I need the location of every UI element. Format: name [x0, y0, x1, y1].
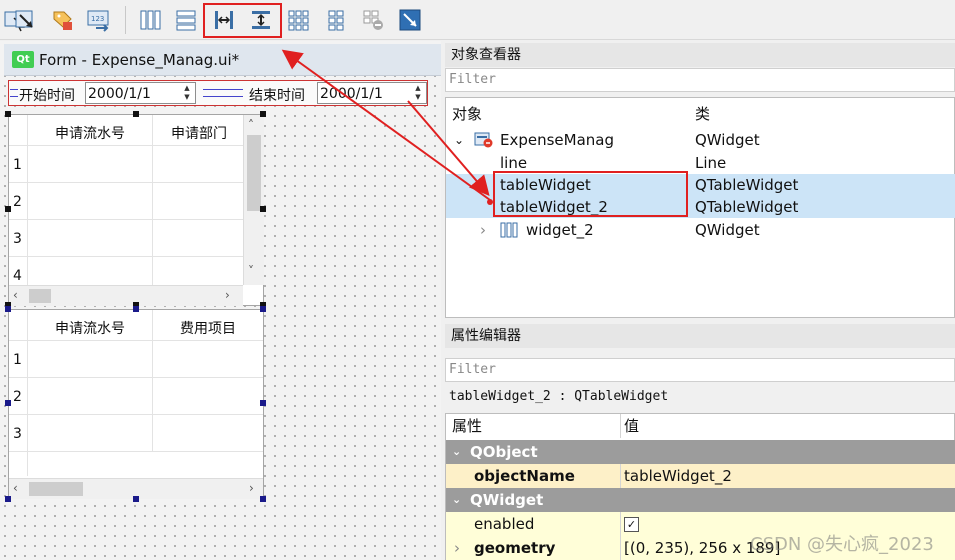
start-date-label: 开始时间 — [19, 88, 75, 104]
widget-icon — [474, 132, 494, 154]
group-label: QObject — [470, 443, 538, 461]
watermark: CSDN @失心疯_2023 — [750, 534, 934, 555]
tree-header: 对象 类 — [446, 103, 955, 125]
property-name: objectName — [474, 467, 575, 485]
row-number: 2 — [13, 194, 22, 210]
row-number: 3 — [13, 426, 22, 442]
item-class: Line — [695, 154, 727, 172]
horizontal-layout-icon — [500, 222, 518, 244]
table-header-cell[interactable]: 费用项目 — [153, 318, 263, 338]
layout-grid-icon[interactable] — [284, 6, 312, 34]
start-date-value: 2000/1/1 — [88, 86, 151, 102]
scroll-left-icon[interactable]: ‹ — [13, 289, 18, 301]
property-value[interactable]: tableWidget_2 — [624, 464, 732, 488]
property-header: 属性 值 — [446, 414, 955, 438]
row-number: 1 — [13, 157, 22, 173]
scroll-left-icon[interactable]: ‹ — [13, 482, 18, 494]
scroll-down-icon[interactable]: ˅ — [248, 265, 254, 277]
adjust-size-icon[interactable] — [396, 6, 424, 34]
edit-buddies-icon[interactable] — [48, 6, 76, 34]
chevron-down-icon[interactable]: ⌄ — [452, 440, 461, 464]
toolbar-separator — [125, 6, 126, 34]
end-date-value: 2000/1/1 — [320, 86, 383, 102]
column-object: 对象 — [452, 105, 483, 123]
left-spacer — [10, 89, 18, 97]
column-property: 属性 — [452, 417, 483, 435]
layout-horizontal-icon[interactable] — [136, 6, 164, 34]
form-title-bar: Qt Form - Expense_Manag.ui* — [4, 44, 441, 76]
property-name: geometry — [474, 539, 556, 557]
row-number: 3 — [13, 231, 22, 247]
row-number: 2 — [13, 389, 22, 405]
property-context-label: tableWidget_2 : QTableWidget — [449, 389, 669, 404]
end-date-label: 结束时间 — [249, 88, 305, 104]
column-value: 值 — [624, 417, 640, 435]
selection-annotation-box — [493, 171, 688, 217]
chevron-right-icon[interactable]: › — [480, 219, 486, 241]
enabled-checkbox[interactable]: ✓ — [624, 517, 639, 532]
middle-spacer — [203, 89, 243, 97]
horizontal-scrollbar[interactable]: ‹ › — [9, 285, 243, 306]
date-range-row[interactable]: 开始时间 2000/1/1 ▲ ▼ 结束时间 2000/1/1 ▲ ▼ — [8, 80, 428, 106]
form-title: Form - Expense_Manag.ui* — [39, 50, 240, 69]
svg-text:123: 123 — [91, 15, 104, 23]
scroll-thumb[interactable] — [29, 482, 83, 496]
toolbar-annotation-box — [203, 3, 282, 38]
table-header-cell[interactable]: 申请流水号 — [27, 123, 153, 143]
end-date-edit[interactable]: 2000/1/1 ▲ ▼ — [317, 82, 427, 104]
scroll-right-icon[interactable]: › — [249, 482, 254, 494]
group-label: QWidget — [470, 491, 544, 509]
layout-form-icon[interactable] — [322, 6, 350, 34]
tree-item-expensemanag[interactable]: ⌄ ExpenseManag QWidget — [446, 129, 955, 151]
row-number: 1 — [13, 352, 22, 368]
chevron-down-icon[interactable]: ⌄ — [452, 488, 461, 512]
object-inspector-title: 对象查看器 — [445, 43, 955, 67]
scroll-right-icon[interactable]: › — [225, 289, 230, 301]
table-header-cell[interactable]: 申请流水号 — [27, 318, 153, 338]
item-class: QWidget — [695, 221, 760, 239]
object-filter-input[interactable]: Filter — [445, 68, 955, 92]
chevron-right-icon[interactable]: › — [454, 536, 460, 560]
item-class: QTableWidget — [695, 198, 799, 216]
designer-toolbar: 123 — [0, 0, 955, 40]
tree-item-widget-2[interactable]: › widget_2 QWidget — [446, 219, 955, 241]
group-qobject[interactable]: ⌄ QObject — [446, 440, 955, 464]
chevron-down-icon[interactable]: ⌄ — [454, 129, 464, 151]
break-layout-icon[interactable] — [359, 6, 387, 34]
item-name: widget_2 — [526, 221, 594, 239]
end-date-spin[interactable]: ▲ ▼ — [411, 84, 425, 102]
item-class: QTableWidget — [695, 176, 799, 194]
row-number: 4 — [13, 268, 22, 284]
property-filter-input[interactable]: Filter — [445, 358, 955, 382]
property-row-objectname[interactable]: objectName tableWidget_2 — [446, 464, 955, 488]
scroll-thumb[interactable] — [29, 289, 51, 303]
item-class: QWidget — [695, 131, 760, 149]
table-widget-2[interactable]: 申请流水号 费用项目 1 2 3 ‹ › — [8, 309, 264, 499]
vertical-scrollbar[interactable]: ˄ ˅ — [243, 115, 264, 285]
property-editor-title: 属性编辑器 — [445, 324, 955, 348]
start-date-spin[interactable]: ▲ ▼ — [180, 84, 194, 102]
qt-logo-icon: Qt — [12, 51, 34, 68]
edit-signals-slots-icon[interactable] — [12, 6, 40, 34]
scroll-thumb[interactable] — [247, 135, 261, 211]
layout-vertical-icon[interactable] — [172, 6, 200, 34]
group-qwidget[interactable]: ⌄ QWidget — [446, 488, 955, 512]
table-header-cell[interactable]: 申请部门 — [153, 123, 245, 143]
item-name: ExpenseManag — [500, 131, 615, 149]
edit-tab-order-icon[interactable]: 123 — [84, 6, 112, 34]
column-class: 类 — [695, 105, 711, 123]
start-date-edit[interactable]: 2000/1/1 ▲ ▼ — [85, 82, 196, 104]
property-name: enabled — [474, 515, 535, 533]
scroll-up-icon[interactable]: ˄ — [248, 119, 254, 131]
table-widget[interactable]: 申请流水号 申请部门 1 2 3 4 ˄ ˅ ‹ › — [8, 114, 264, 306]
